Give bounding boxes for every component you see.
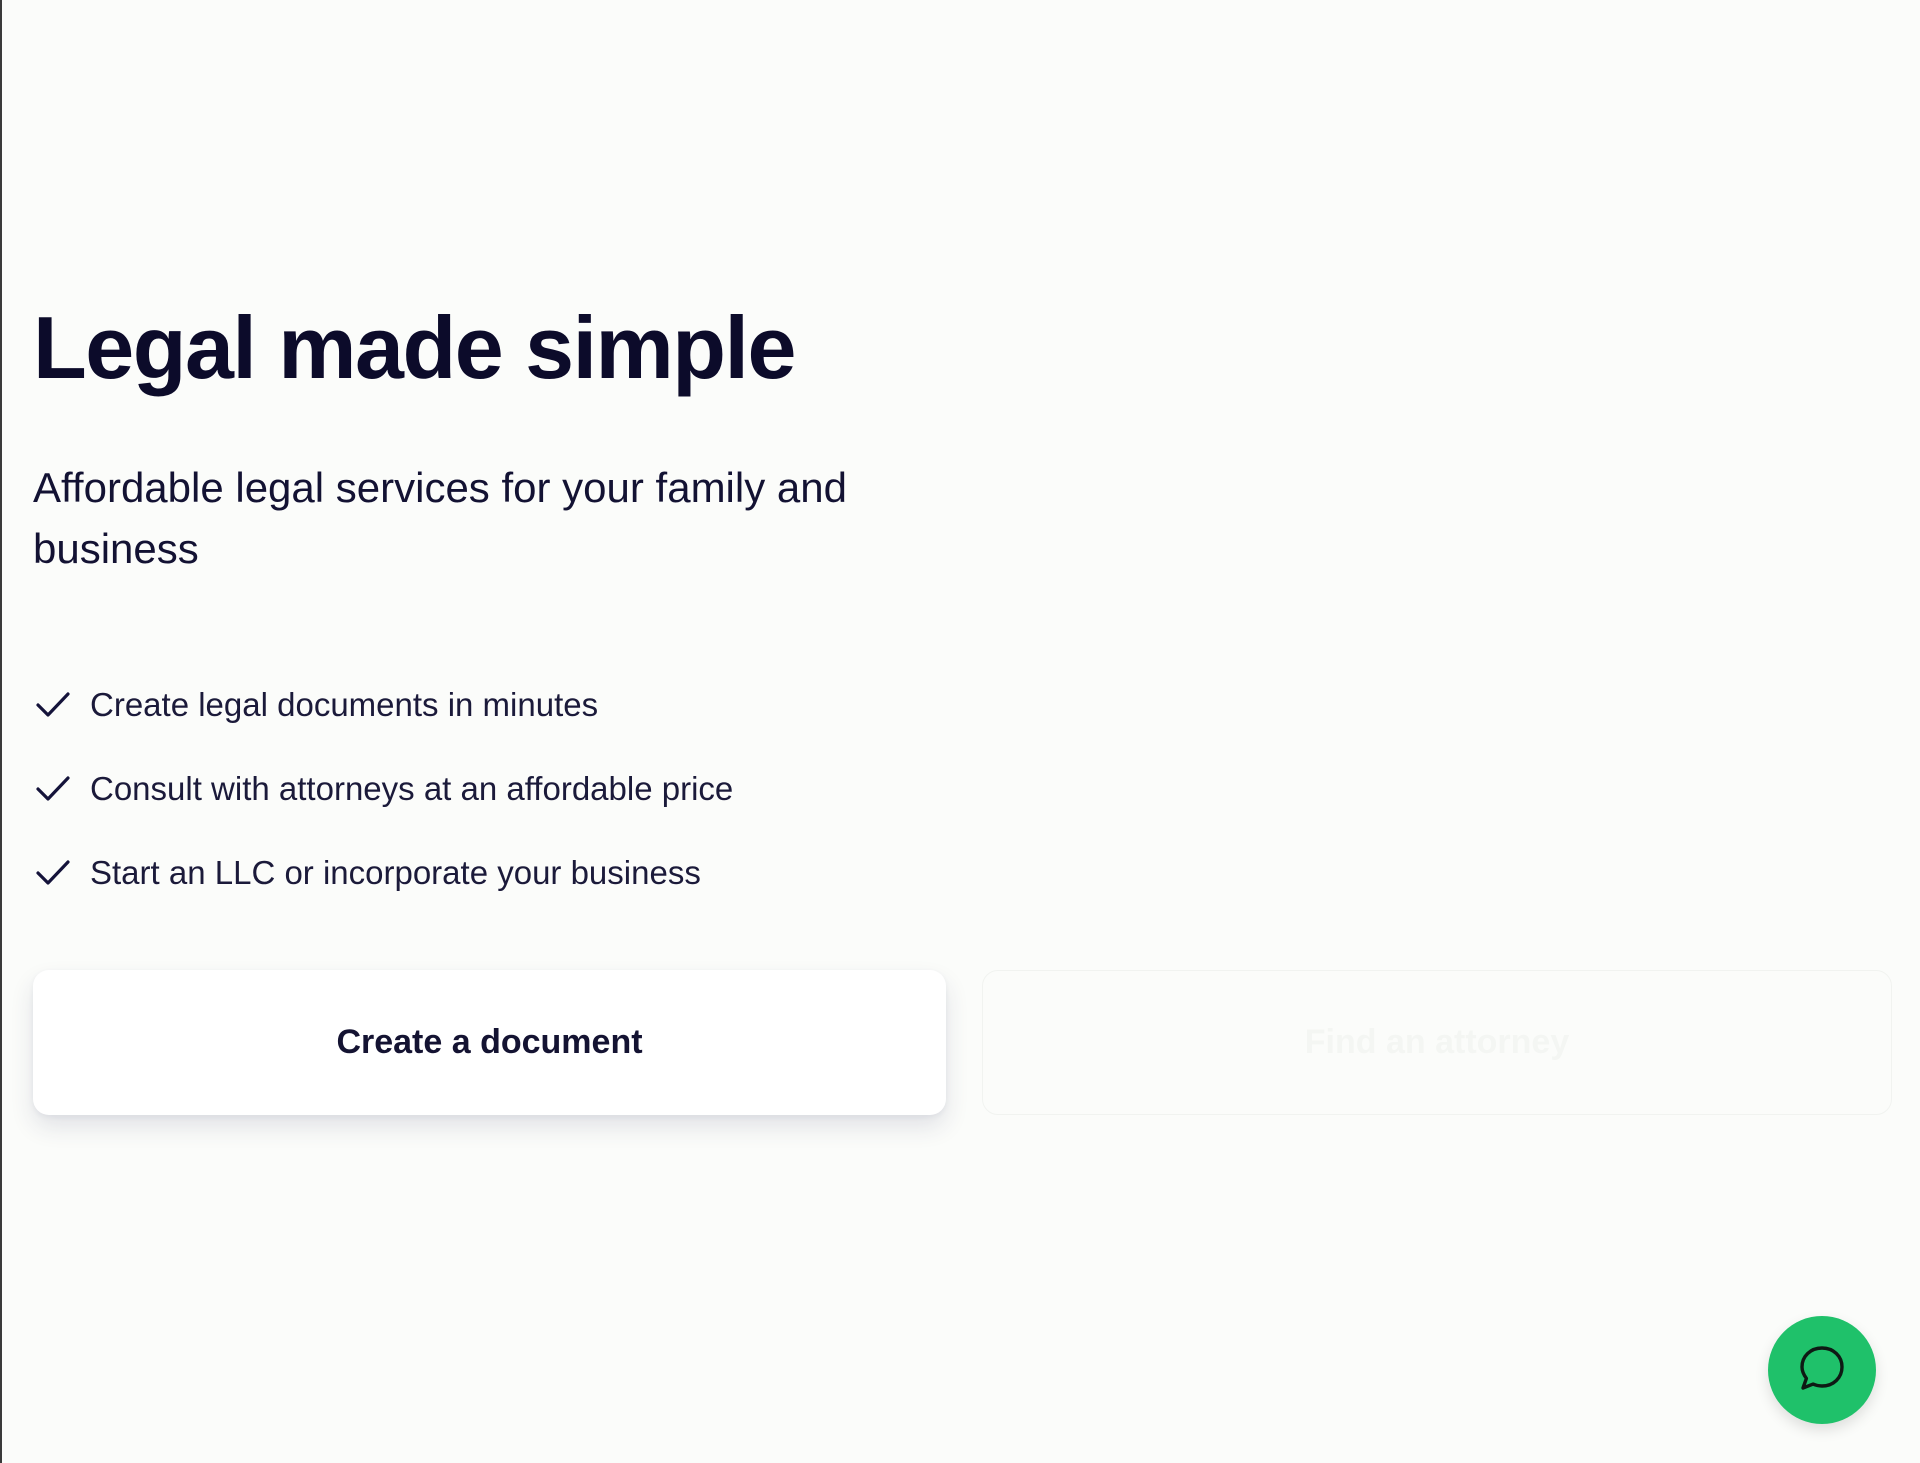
feature-text: Create legal documents in minutes bbox=[90, 685, 599, 723]
create-document-button[interactable]: Create a document bbox=[33, 970, 946, 1115]
hero-section: Legal made simple Affordable legal servi… bbox=[33, 298, 1893, 915]
check-icon bbox=[33, 685, 73, 725]
find-attorney-button[interactable]: Find an attorney bbox=[982, 970, 1892, 1115]
feature-list: Create legal documents in minutes Consul… bbox=[33, 663, 1893, 915]
feature-text: Start an LLC or incorporate your busines… bbox=[90, 853, 701, 891]
chat-bubble-icon bbox=[1795, 1341, 1849, 1400]
feature-item: Start an LLC or incorporate your busines… bbox=[33, 831, 1893, 915]
feature-item: Consult with attorneys at an affordable … bbox=[33, 747, 1893, 831]
page-title: Legal made simple bbox=[33, 298, 796, 397]
chat-button[interactable] bbox=[1768, 1316, 1876, 1424]
check-icon bbox=[33, 769, 73, 809]
feature-text: Consult with attorneys at an affordable … bbox=[90, 769, 734, 807]
feature-item: Create legal documents in minutes bbox=[33, 663, 1893, 747]
cta-row: Create a document Find an attorney bbox=[33, 970, 1892, 1115]
check-icon bbox=[33, 853, 73, 893]
window-edge bbox=[0, 0, 2, 1463]
hero-subtitle: Affordable legal services for your famil… bbox=[33, 463, 847, 572]
